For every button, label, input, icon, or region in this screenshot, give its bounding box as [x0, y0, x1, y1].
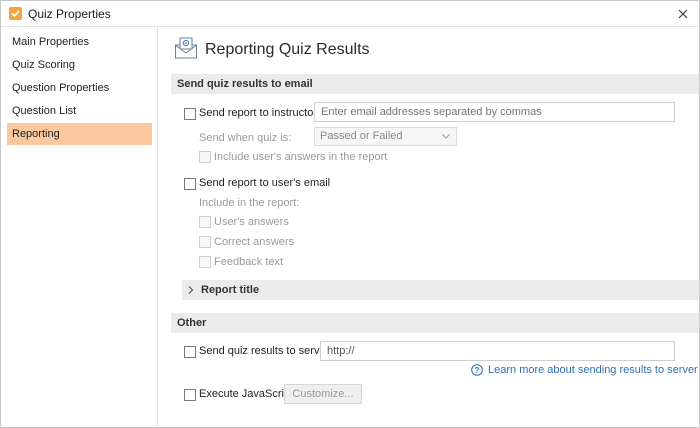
- correct-answers-label: Correct answers: [214, 236, 295, 248]
- sidebar-item-question-properties[interactable]: Question Properties: [7, 77, 152, 99]
- report-title-expander[interactable]: Report title: [182, 280, 699, 300]
- send-when-select[interactable]: Passed or Failed: [314, 127, 457, 146]
- feedback-text-label: Feedback text: [214, 256, 284, 268]
- send-to-user-label: Send report to user's email: [199, 177, 331, 189]
- send-to-server-label: Send quiz results to server:: [199, 345, 333, 357]
- app-checkmark-icon: [9, 7, 22, 20]
- execute-javascript-checkbox[interactable]: [184, 389, 196, 401]
- instructor-email-input[interactable]: [314, 102, 675, 122]
- customize-button[interactable]: Customize...: [284, 384, 362, 404]
- envelope-report-icon: [174, 36, 198, 60]
- help-question-icon[interactable]: ?: [471, 364, 483, 376]
- send-to-user-checkbox[interactable]: [184, 178, 196, 190]
- users-answers-checkbox[interactable]: [199, 216, 211, 228]
- execute-javascript-label: Execute JavaScript: [199, 388, 294, 400]
- sidebar: Main Properties Quiz Scoring Question Pr…: [1, 27, 158, 427]
- section-header-email: Send quiz results to email: [171, 74, 699, 94]
- send-when-label: Send when quiz is:: [199, 132, 292, 144]
- chevron-down-icon: [442, 134, 450, 139]
- include-answers-label: Include user's answers in the report: [214, 151, 388, 163]
- sidebar-item-question-list[interactable]: Question List: [7, 100, 152, 122]
- sidebar-item-main-properties[interactable]: Main Properties: [7, 31, 152, 53]
- server-url-input[interactable]: [320, 341, 675, 361]
- sidebar-item-reporting[interactable]: Reporting: [7, 123, 152, 145]
- sidebar-item-quiz-scoring[interactable]: Quiz Scoring: [7, 54, 152, 76]
- quiz-properties-window: Quiz Properties Main Properties Quiz Sco…: [0, 0, 700, 428]
- svg-text:?: ?: [475, 366, 480, 375]
- include-in-report-label: Include in the report:: [199, 197, 300, 209]
- send-when-value: Passed or Failed: [320, 130, 403, 142]
- chevron-right-icon: [188, 286, 194, 294]
- correct-answers-checkbox[interactable]: [199, 236, 211, 248]
- send-to-server-checkbox[interactable]: [184, 346, 196, 358]
- window-title: Quiz Properties: [28, 7, 111, 21]
- send-to-instructor-checkbox[interactable]: [184, 108, 196, 120]
- page-title: Reporting Quiz Results: [205, 41, 370, 58]
- include-answers-checkbox[interactable]: [199, 151, 211, 163]
- learn-more-server-link[interactable]: Learn more about sending results to serv…: [488, 364, 698, 376]
- close-icon[interactable]: [675, 6, 691, 22]
- feedback-text-checkbox[interactable]: [199, 256, 211, 268]
- send-to-instructor-label: Send report to instructor:: [199, 107, 321, 119]
- title-bar: Quiz Properties: [1, 1, 699, 27]
- report-title-label: Report title: [201, 284, 260, 296]
- main-content: Reporting Quiz Results Send quiz results…: [159, 27, 699, 427]
- users-answers-label: User's answers: [214, 216, 289, 228]
- section-header-other: Other: [171, 313, 699, 333]
